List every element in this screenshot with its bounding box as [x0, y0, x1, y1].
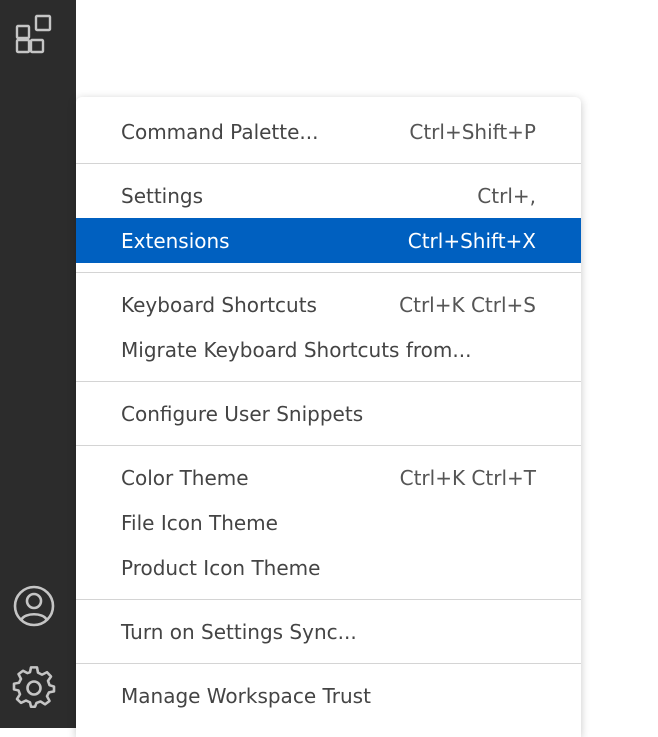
menu-item-label: Manage Workspace Trust: [121, 683, 371, 708]
menu-item-command-palette[interactable]: Command Palette... Ctrl+Shift+P: [76, 109, 581, 154]
menu-item-manage-workspace-trust[interactable]: Manage Workspace Trust: [76, 673, 581, 718]
menu-item-label: Product Icon Theme: [121, 555, 321, 580]
menu-separator: [76, 445, 581, 446]
menu-item-keybinding: Ctrl+K Ctrl+T: [399, 465, 536, 490]
menu-item-configure-user-snippets[interactable]: Configure User Snippets: [76, 391, 581, 436]
activity-bar: [0, 0, 76, 728]
menu-item-label: Keyboard Shortcuts: [121, 292, 317, 317]
menu-item-keyboard-shortcuts[interactable]: Keyboard Shortcuts Ctrl+K Ctrl+S: [76, 282, 581, 327]
menu-item-extensions[interactable]: Extensions Ctrl+Shift+X: [76, 218, 581, 263]
menu-item-label: Command Palette...: [121, 119, 319, 144]
menu-item-label: Color Theme: [121, 465, 249, 490]
menu-item-product-icon-theme[interactable]: Product Icon Theme: [76, 545, 581, 590]
menu-separator: [76, 272, 581, 273]
menu-item-keybinding: Ctrl+,: [477, 183, 536, 208]
gear-icon[interactable]: [12, 666, 56, 710]
menu-separator: [76, 381, 581, 382]
menu-item-keybinding: Ctrl+K Ctrl+S: [399, 292, 536, 317]
account-icon[interactable]: [12, 584, 56, 628]
menu-item-settings[interactable]: Settings Ctrl+,: [76, 173, 581, 218]
menu-item-keybinding: Ctrl+Shift+P: [409, 119, 536, 144]
menu-item-keybinding: Ctrl+Shift+X: [407, 228, 536, 253]
menu-item-label: Turn on Settings Sync...: [121, 619, 357, 644]
menu-item-color-theme[interactable]: Color Theme Ctrl+K Ctrl+T: [76, 455, 581, 500]
menu-separator: [76, 599, 581, 600]
menu-item-label: Settings: [121, 183, 204, 208]
menu-separator: [76, 663, 581, 664]
menu-item-label: Migrate Keyboard Shortcuts from...: [121, 337, 472, 362]
menu-item-label: Configure User Snippets: [121, 401, 364, 426]
menu-item-label: Extensions: [121, 228, 230, 253]
menu-separator: [76, 163, 581, 164]
menu-item-label: File Icon Theme: [121, 510, 278, 535]
menu-item-migrate-keyboard-shortcuts-from[interactable]: Migrate Keyboard Shortcuts from...: [76, 327, 581, 372]
extensions-icon[interactable]: [12, 12, 56, 56]
menu-item-file-icon-theme[interactable]: File Icon Theme: [76, 500, 581, 545]
manage-context-menu: Command Palette... Ctrl+Shift+P Settings Ct…: [76, 97, 581, 737]
menu-item-turn-on-settings-sync[interactable]: Turn on Settings Sync...: [76, 609, 581, 654]
